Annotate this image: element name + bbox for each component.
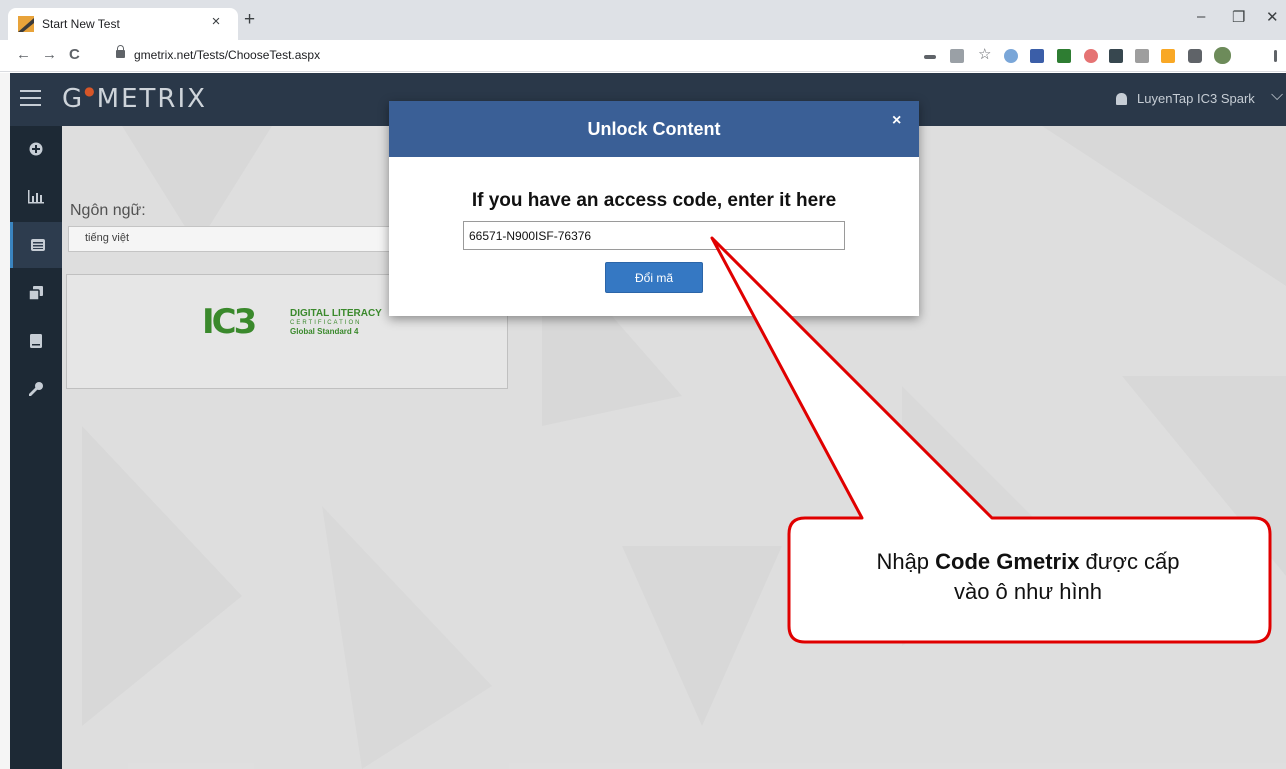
- callout-bubble: [710, 236, 1272, 644]
- callout-text: Nhập Code Gmetrix được cấp vào ô như hìn…: [876, 549, 1180, 604]
